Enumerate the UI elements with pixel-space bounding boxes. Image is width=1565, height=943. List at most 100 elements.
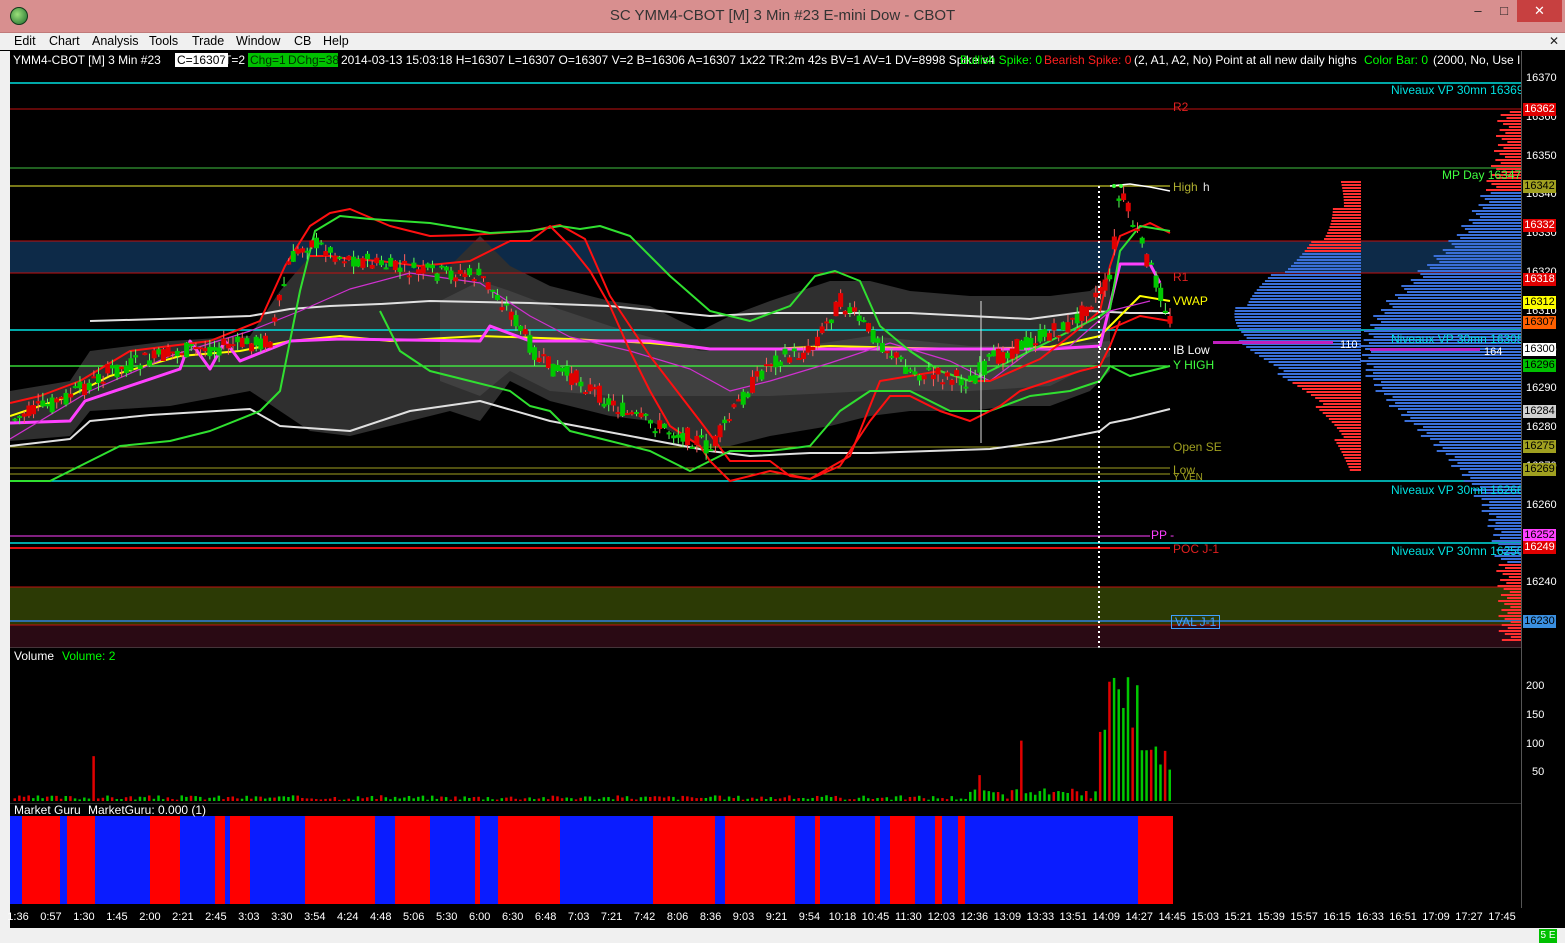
time-label: 14:45 (1158, 911, 1186, 923)
volume-bar-174 (820, 796, 824, 801)
study-params: (2000, No, Use In (1433, 53, 1521, 67)
time-label: 12:36 (960, 911, 989, 923)
menu-window[interactable]: Window (236, 33, 280, 50)
close-button[interactable]: ✕ (1517, 0, 1562, 22)
close-value-box: C=16307 (175, 53, 229, 67)
minimize-button[interactable]: – (1465, 0, 1491, 22)
menu-edit[interactable]: Edit (14, 33, 36, 50)
volume-bar-145 (686, 796, 689, 801)
title-bar: SC YMM4-CBOT [M] 3 Min #23 E-mini Dow - … (0, 0, 1565, 33)
vp-count-1: 110 (1340, 339, 1358, 351)
composite-profile-bar (1499, 129, 1521, 131)
volume-value: Volume: 2 (62, 649, 116, 663)
volume-bar-138 (653, 796, 657, 801)
maximize-button[interactable]: □ (1491, 0, 1517, 22)
chart-close-icon[interactable]: ✕ (1549, 34, 1559, 49)
status-bar: 5 E (0, 928, 1565, 943)
composite-profile-bar (1500, 594, 1521, 596)
volume-bar-236 (1108, 681, 1111, 801)
menu-trade[interactable]: Trade (192, 33, 224, 50)
volume-bar-201 (945, 799, 949, 801)
chart-canvas[interactable] (10, 51, 1521, 908)
composite-profile-bar (1470, 477, 1521, 479)
session-profile-bar (1327, 232, 1361, 234)
time-label: 15:03 (1191, 911, 1219, 923)
time-label: 13:33 (1026, 911, 1055, 923)
price-axis[interactable]: 1637016360163501634016330163201631016300… (1521, 51, 1565, 908)
composite-profile-bar (1448, 240, 1521, 242)
session-profile-bar (1292, 382, 1361, 384)
session-profile-bar (1309, 244, 1361, 246)
menu-analysis[interactable]: Analysis (92, 33, 139, 50)
time-axis[interactable]: 1:36 0:57 1:30 1:45 2:00 2:21 2:45 3:03 3:30 3:54… (7, 908, 1565, 928)
session-profile-bar (1239, 328, 1361, 330)
volume-bar-79 (379, 795, 383, 801)
volume-bar-2 (22, 796, 26, 801)
menu-tools[interactable]: Tools (149, 33, 178, 50)
volume-bar-202 (950, 796, 953, 801)
composite-profile-bar (1392, 396, 1521, 398)
volume-bar-232 (1089, 798, 1093, 801)
volume-bar-59 (287, 796, 290, 801)
chart-area[interactable]: YMM4-CBOT [M] 3 Min #23 C=16307 T=2 Chg=… (10, 51, 1524, 908)
volume-bar-121 (574, 799, 578, 801)
composite-profile-bar (1501, 609, 1521, 611)
volume-bar-91 (435, 798, 439, 801)
volume-bar-240 (1126, 677, 1130, 801)
volume-bar-221 (1038, 791, 1042, 801)
session-profile-bar (1315, 406, 1361, 408)
volume-bar-84 (403, 797, 406, 801)
session-profile-bar (1287, 268, 1361, 270)
menu-help[interactable]: Help (323, 33, 349, 50)
session-profile-bar (1332, 214, 1361, 216)
volume-bar-23 (120, 799, 123, 801)
composite-profile-bar (1423, 426, 1521, 428)
volume-bar-234 (1098, 731, 1102, 801)
volume-bar-92 (440, 796, 443, 801)
composite-profile-bar (1461, 474, 1521, 476)
vp-level-label-2: Niveaux VP 30mn 16305 (1391, 332, 1524, 346)
volume-bar-94 (449, 799, 453, 801)
menu-chart[interactable]: Chart (49, 33, 80, 50)
volume-bar-186 (876, 797, 879, 801)
composite-profile-bar (1445, 252, 1521, 254)
volume-bar-67 (324, 798, 327, 801)
session-profile-bar (1343, 199, 1361, 201)
volume-bar-184 (866, 798, 870, 801)
composite-profile-bar (1475, 213, 1521, 215)
guru-segment-1 (22, 816, 60, 904)
volume-bar-76 (366, 797, 369, 801)
session-profile-bar (1282, 376, 1361, 378)
time-label: 1:36 (7, 911, 29, 923)
composite-profile-bar (1507, 561, 1521, 563)
session-profile-bar (1319, 400, 1361, 402)
composite-profile-bar (1489, 507, 1521, 509)
menu-cb[interactable]: CB (294, 33, 311, 50)
volume-bar-185 (871, 799, 875, 801)
volume-bar-170 (802, 797, 805, 801)
volume-bar-88 (421, 795, 425, 801)
volume-bar-128 (607, 797, 610, 801)
composite-profile-bar (1504, 618, 1521, 620)
session-profile-bar (1329, 226, 1361, 228)
composite-profile-bar (1480, 195, 1521, 197)
volume-bar-74 (356, 796, 360, 801)
volume-bar-39 (194, 796, 197, 801)
volume-bar-226 (1061, 791, 1065, 801)
composite-profile-bar (1498, 600, 1521, 602)
session-profile-bar (1277, 373, 1361, 375)
volume-bar-116 (551, 795, 555, 801)
volume-bar-36 (180, 795, 183, 801)
window-title: SC YMM4-CBOT [M] 3 Min #23 E-mini Dow - … (609, 7, 956, 24)
guru-segment-30 (942, 816, 958, 904)
guru-segment-0 (10, 816, 22, 904)
guru-segment-10 (250, 816, 305, 904)
session-profile-bar (1311, 241, 1361, 243)
composite-profile-bar (1410, 279, 1521, 281)
session-profile-bar (1340, 181, 1361, 183)
time-label: 3:30 (271, 911, 293, 923)
session-profile-bar (1343, 436, 1361, 438)
composite-profile-bar (1496, 186, 1521, 188)
composite-profile-bar (1505, 567, 1521, 569)
composite-profile-bar (1503, 123, 1521, 125)
